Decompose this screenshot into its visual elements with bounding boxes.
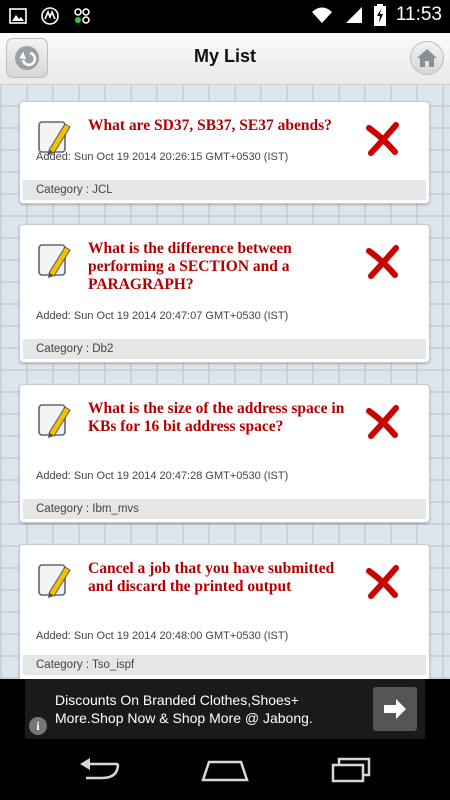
system-nav-bar [0,739,450,800]
category-label: Category : Db2 [23,339,426,359]
nav-recents-icon [331,757,371,783]
question-text[interactable]: What is the size of the address space in… [88,400,358,436]
wifi-icon [311,7,332,23]
list-item[interactable]: What is the difference between performin… [19,224,430,363]
delete-icon[interactable] [363,403,401,441]
delete-icon[interactable] [363,120,401,158]
category-label: Category : JCL [23,180,426,200]
app-header: My List [0,33,450,85]
added-timestamp: Added: Sun Oct 19 2014 20:47:28 GMT+0530… [36,470,289,482]
ad-text[interactable]: Discounts On Branded Clothes,Shoes+ More… [55,691,355,727]
question-text[interactable]: What is the difference between performin… [88,240,358,294]
motorola-icon [41,7,59,25]
question-text[interactable]: What are SD37, SB37, SE37 abends? [88,117,358,135]
note-edit-icon [38,564,71,598]
delete-icon[interactable] [363,243,401,281]
list-item[interactable]: What is the size of the address space in… [19,384,430,523]
nav-home-icon [201,760,249,782]
signal-icon [345,7,362,23]
category-label: Category : Tso_ispf [23,655,426,675]
nav-back-button[interactable] [75,753,125,787]
note-edit-icon [38,404,71,438]
image-icon [9,8,27,24]
list-item[interactable]: Cancel a job that you have submitted and… [19,544,430,679]
nav-recents-button[interactable] [326,753,376,787]
ad-banner[interactable]: Discounts On Branded Clothes,Shoes+ More… [0,679,450,739]
status-bar: 11:53 [0,0,450,33]
note-edit-icon [38,244,71,278]
nav-back-icon [80,758,120,780]
home-icon [417,49,437,67]
added-timestamp: Added: Sun Oct 19 2014 20:48:00 GMT+0530… [36,630,289,642]
ad-info-icon[interactable]: i [29,717,47,735]
arrow-right-icon [384,699,406,719]
battery-icon [373,4,386,26]
page-title: My List [193,46,256,66]
nav-home-button[interactable] [200,753,250,787]
category-label: Category : Ibm_mvs [23,499,426,519]
network-share-icon [74,8,90,24]
ad-container[interactable]: Discounts On Branded Clothes,Shoes+ More… [25,679,425,739]
list-item[interactable]: What are SD37, SB37, SE37 abends? Added:… [19,101,430,204]
ad-open-button[interactable] [373,687,417,731]
added-timestamp: Added: Sun Oct 19 2014 20:47:07 GMT+0530… [36,310,289,322]
delete-icon[interactable] [363,563,401,601]
home-button[interactable] [410,41,444,75]
added-timestamp: Added: Sun Oct 19 2014 20:26:15 GMT+0530… [36,151,289,163]
my-list-content[interactable]: What are SD37, SB37, SE37 abends? Added:… [0,85,450,679]
status-clock: 11:53 [395,4,442,25]
question-text[interactable]: Cancel a job that you have submitted and… [88,560,358,596]
